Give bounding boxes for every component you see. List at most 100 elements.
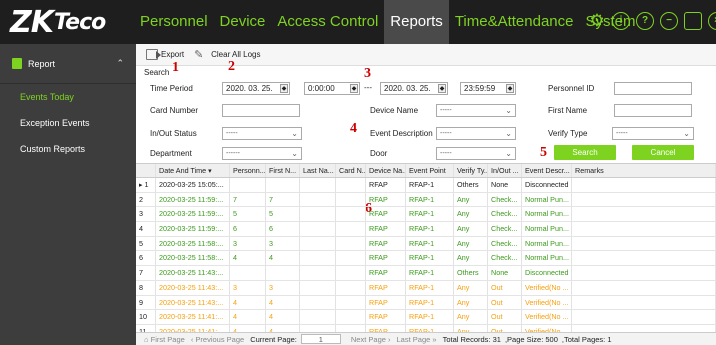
cell-device-name: RFAP — [366, 236, 406, 251]
first-name-input[interactable] — [614, 104, 692, 117]
column-header[interactable]: Personn... — [230, 164, 266, 177]
column-header[interactable]: Last Na... — [300, 164, 336, 177]
cell-inout-status: None — [488, 178, 522, 192]
sidebar-item-exception-events[interactable]: Exception Events — [0, 110, 136, 136]
event-description-select[interactable]: ----- ⌄ — [436, 127, 516, 140]
cell-event-description: Normal Pun... — [522, 251, 572, 266]
tab-reports[interactable]: Reports — [384, 0, 449, 44]
close-icon[interactable]: × — [708, 12, 716, 30]
column-header-label: Date And Time — [159, 166, 207, 175]
collapse-chevron-icon[interactable]: ⌃ — [116, 58, 124, 69]
cell-personnel-id: 7 — [230, 192, 266, 207]
cell-remarks — [572, 266, 716, 280]
column-header[interactable]: Remarks — [572, 164, 716, 177]
table-row[interactable]: 6 2020-03-25 11:58:... 4 4 RFAP RFAP-1 Any Chec… — [136, 251, 716, 267]
export-button[interactable]: Export — [146, 49, 184, 60]
table-row[interactable]: 2 2020-03-25 11:59:... 7 7 RFAP RFAP-1 Any Chec… — [136, 192, 716, 208]
row-selected-marker-icon: ▸ — [139, 182, 143, 189]
verify-type-select[interactable]: ----- ⌄ — [612, 127, 694, 140]
last-page-button[interactable]: Last Page » — [397, 335, 437, 344]
minimize-icon[interactable]: − — [660, 12, 678, 30]
chevron-down-icon: ⌄ — [505, 106, 512, 115]
column-header[interactable]: Verify Ty... — [454, 164, 488, 177]
tab-device[interactable]: Device — [214, 0, 272, 44]
end-time-input[interactable]: 23:59:59 ◆ — [460, 82, 516, 95]
table-row[interactable]: 3 2020-03-25 11:59:... 5 5 RFAP RFAP-1 Any Chec… — [136, 207, 716, 223]
cell-inout-status: Check... — [488, 192, 522, 207]
help-icon[interactable]: ? — [636, 12, 654, 30]
gear-icon[interactable]: ⚙ — [588, 12, 606, 30]
cell-card-number — [336, 310, 366, 324]
cell-verify-type: Any — [454, 236, 488, 251]
device-name-select[interactable]: ----- ⌄ — [436, 104, 516, 117]
card-number-input[interactable] — [222, 104, 300, 117]
cell-verify-type: Any — [454, 251, 488, 266]
row-number: 10 — [136, 310, 156, 324]
cell-date-time: 2020-03-25 11:59:... — [156, 207, 230, 222]
column-header[interactable] — [136, 164, 156, 177]
start-date-input[interactable]: 2020. 03. 25. ◆ — [222, 82, 290, 95]
cell-verify-type: Any — [454, 295, 488, 310]
table-row[interactable]: 9 2020-03-25 11:43:... 4 4 RFAP RFAP-1 Any Out V… — [136, 295, 716, 311]
end-date-input[interactable]: 2020. 03. 25. ◆ — [380, 82, 448, 95]
cell-card-number — [336, 295, 366, 310]
cell-remarks — [572, 251, 716, 266]
table-row[interactable]: 10 2020-03-25 11:41:... 4 4 RFAP RFAP-1 Any Out… — [136, 310, 716, 325]
department-select[interactable]: ------ ⌄ — [222, 147, 302, 160]
column-header[interactable]: Event Descr... — [522, 164, 572, 177]
cell-device-name: RFAP — [366, 266, 406, 280]
column-header-date-time[interactable]: Date And Time ▾ — [156, 164, 230, 177]
table-row[interactable]: 5 2020-03-25 11:58:... 3 3 RFAP RFAP-1 Any Chec… — [136, 236, 716, 252]
previous-page-button[interactable]: ‹ Previous Page — [191, 335, 244, 344]
export-icon — [146, 49, 161, 60]
column-header[interactable]: First N... — [266, 164, 300, 177]
start-time-input[interactable]: 0:00:00 ◆ — [304, 82, 360, 95]
door-select[interactable]: ----- ⌄ — [436, 147, 516, 160]
column-header[interactable]: Event Point — [406, 164, 454, 177]
inout-status-label: In/Out Status — [150, 129, 197, 138]
info-icon[interactable]: i — [612, 12, 630, 30]
table-row[interactable]: 4 2020-03-25 11:59:... 6 6 RFAP RFAP-1 Any Chec… — [136, 222, 716, 237]
personnel-id-input[interactable] — [614, 82, 692, 95]
total-records: Total Records: 31 — [442, 334, 501, 344]
restore-icon[interactable] — [684, 12, 702, 30]
cell-event-description: Normal Pun... — [522, 222, 572, 236]
cancel-button[interactable]: Cancel — [632, 145, 694, 160]
cell-inout-status: None — [488, 266, 522, 280]
sidebar-header[interactable]: Report ⌃ — [0, 44, 136, 84]
tab-access-control[interactable]: Access Control — [271, 0, 384, 44]
column-header[interactable]: Card N... — [336, 164, 366, 177]
table-row[interactable]: 7 2020-03-25 11:43:... RFAP RFAP-1 Others Non… — [136, 266, 716, 281]
cell-personnel-id: 4 — [230, 251, 266, 266]
tab-personnel[interactable]: Personnel — [134, 0, 214, 44]
cell-first-name: 4 — [266, 251, 300, 266]
inout-status-select[interactable]: ----- ⌄ — [222, 127, 302, 140]
cell-device-name: RFAP — [366, 295, 406, 310]
table-body: ▸ 1 2020-03-25 15:05:... RFAP RFAP-1 Others No… — [136, 178, 716, 340]
first-page-button[interactable]: ⌂ First Page — [144, 335, 185, 344]
column-header[interactable]: Device Na... — [366, 164, 406, 177]
tab-time-attendance[interactable]: Time&Attendance — [449, 0, 580, 44]
sidebar-item-custom-reports[interactable]: Custom Reports — [0, 136, 136, 162]
sidebar-item-events-today[interactable]: Events Today — [0, 84, 136, 110]
table-row[interactable]: ▸ 1 2020-03-25 15:05:... RFAP RFAP-1 Others No… — [136, 178, 716, 193]
door-value: ----- — [440, 150, 452, 157]
start-time-spinner-icon[interactable]: ◆ — [350, 84, 358, 93]
cell-inout-status: Check... — [488, 222, 522, 236]
event-description-label: Event Description — [370, 129, 433, 138]
cell-first-name: 7 — [266, 192, 300, 207]
cell-remarks — [572, 295, 716, 310]
next-page-button[interactable]: Next Page › — [351, 335, 391, 344]
cell-event-point: RFAP-1 — [406, 295, 454, 310]
current-page-input[interactable]: 1 — [300, 334, 341, 344]
column-header[interactable]: In/Out ... — [488, 164, 522, 177]
end-time-spinner-icon[interactable]: ◆ — [506, 84, 514, 93]
cell-personnel-id: 5 — [230, 207, 266, 222]
cell-event-point: RFAP-1 — [406, 178, 454, 192]
search-button[interactable]: Search — [554, 145, 616, 160]
end-date-spinner-icon[interactable]: ◆ — [438, 84, 446, 93]
cell-last-name — [300, 295, 336, 310]
start-date-spinner-icon[interactable]: ◆ — [280, 84, 288, 93]
row-number: 7 — [136, 266, 156, 280]
table-row[interactable]: 8 2020-03-25 11:43:... 3 3 RFAP RFAP-1 Any Out V… — [136, 280, 716, 296]
